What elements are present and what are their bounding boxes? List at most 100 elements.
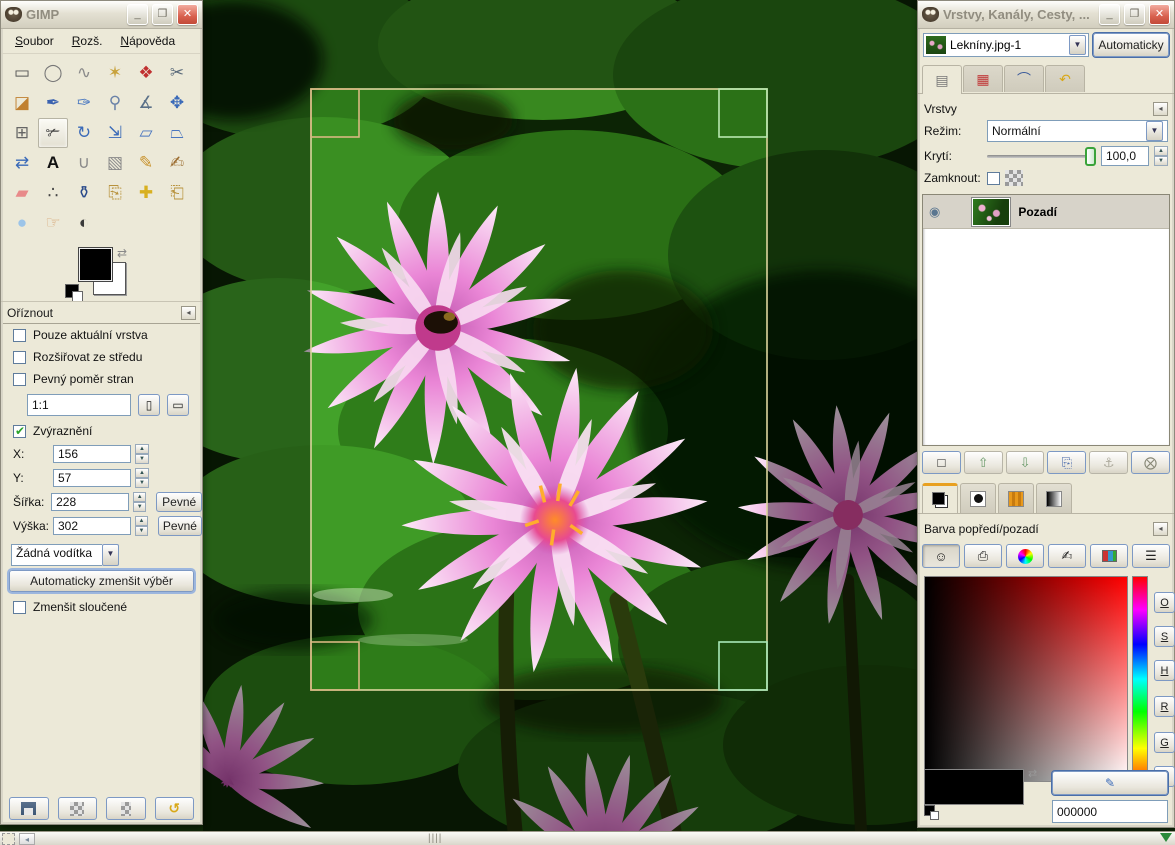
- collapse-icon[interactable]: ◂: [1153, 102, 1168, 116]
- tool-eraser[interactable]: ▰: [7, 178, 37, 208]
- tab-brushes[interactable]: [960, 483, 996, 513]
- watercolor-selector-button[interactable]: ✍: [1048, 544, 1086, 568]
- menu-rozs[interactable]: Rozš.: [64, 32, 111, 50]
- tool-crop[interactable]: ✃: [38, 118, 68, 148]
- tool-pencil[interactable]: ✎: [131, 148, 161, 178]
- height-input[interactable]: [53, 517, 131, 535]
- tab-gradients[interactable]: [1036, 483, 1072, 513]
- lower-layer-button[interactable]: ⇩: [1006, 451, 1045, 474]
- tool-bucket-fill[interactable]: ∪: [69, 148, 99, 178]
- tool-zoom[interactable]: ⚲: [100, 88, 130, 118]
- aspect-ratio-input[interactable]: [27, 394, 131, 416]
- lock-alpha-icon[interactable]: [1005, 170, 1023, 186]
- cmyk-selector-button[interactable]: ⎙: [964, 544, 1002, 568]
- layer-row-pozadi[interactable]: ◉ Pozadí: [923, 195, 1169, 229]
- toolbox-titlebar[interactable]: GIMP _ ❐ ✕: [1, 1, 202, 29]
- default-colors-icon[interactable]: [924, 805, 935, 816]
- tool-airbrush[interactable]: ∴: [38, 178, 68, 208]
- hex-color-input[interactable]: [1052, 800, 1168, 823]
- tab-channels[interactable]: ▦: [963, 65, 1003, 92]
- pick-color-button[interactable]: ✎: [1052, 771, 1168, 795]
- channel-h-button[interactable]: H: [1154, 660, 1175, 681]
- foreground-color-swatch[interactable]: [79, 248, 112, 281]
- opacity-value-input[interactable]: [1101, 146, 1149, 166]
- tab-layers[interactable]: ▤: [922, 65, 962, 94]
- checkbox-fixed-aspect[interactable]: [13, 373, 26, 386]
- auto-follow-button[interactable]: Automaticky: [1093, 33, 1169, 57]
- checkbox-expand-center[interactable]: [13, 351, 26, 364]
- tool-smudge[interactable]: ☞: [38, 208, 68, 238]
- image-selector-dropdown[interactable]: Lekníny.jpg-1 ▼: [923, 33, 1089, 57]
- scales-selector-button[interactable]: ☰: [1132, 544, 1170, 568]
- tool-align[interactable]: ⊞: [7, 118, 37, 148]
- width-input[interactable]: [51, 493, 129, 511]
- tool-dodge-burn[interactable]: ◐: [69, 208, 99, 238]
- tool-move[interactable]: ✥: [162, 88, 192, 118]
- image-window-scrollbar[interactable]: ◂ ||||: [0, 831, 1175, 845]
- anchor-layer-button[interactable]: ⚓: [1089, 451, 1128, 474]
- tool-scale[interactable]: ⇲: [100, 118, 130, 148]
- tool-measure[interactable]: ∡: [131, 88, 161, 118]
- guides-dropdown[interactable]: Žádná vodítka ▼: [11, 544, 119, 566]
- checkbox-highlight[interactable]: [13, 425, 26, 438]
- tool-flip[interactable]: ⇄: [7, 148, 37, 178]
- new-layer-button[interactable]: □: [922, 451, 961, 474]
- tool-paths[interactable]: ✒: [38, 88, 68, 118]
- close-button[interactable]: ✕: [1149, 4, 1170, 25]
- tool-shear[interactable]: ▱: [131, 118, 161, 148]
- saturation-value-square[interactable]: [924, 576, 1128, 782]
- maximize-button[interactable]: ❐: [1124, 4, 1145, 25]
- tool-foreground-select[interactable]: ◪: [7, 88, 37, 118]
- dock-titlebar[interactable]: Vrstvy, Kanály, Cesty, ... _ ❐ ✕: [918, 1, 1174, 29]
- chevron-down-icon[interactable]: ▼: [102, 544, 119, 566]
- default-colors-icon[interactable]: [65, 284, 79, 298]
- save-options-button[interactable]: [9, 797, 49, 820]
- hue-bar[interactable]: [1132, 576, 1148, 782]
- raise-layer-button[interactable]: ⇧: [964, 451, 1003, 474]
- landscape-icon[interactable]: ▭: [167, 394, 189, 416]
- tab-undo-history[interactable]: ↶: [1045, 65, 1085, 92]
- collapse-icon[interactable]: ◂: [181, 306, 196, 320]
- scrollbar-grip[interactable]: ||||: [428, 833, 442, 844]
- tool-rect-select[interactable]: ▭: [7, 58, 37, 88]
- close-button[interactable]: ✕: [177, 4, 198, 25]
- tool-heal[interactable]: ✚: [131, 178, 161, 208]
- scroll-left-icon[interactable]: ◂: [19, 833, 35, 845]
- y-spinner[interactable]: ▲▼: [135, 468, 149, 488]
- tool-rotate[interactable]: ↻: [69, 118, 99, 148]
- x-spinner[interactable]: ▲▼: [135, 444, 149, 464]
- delete-layer-button[interactable]: ⨂: [1131, 451, 1170, 474]
- tool-paintbrush[interactable]: ✍: [162, 148, 192, 178]
- chevron-down-icon[interactable]: ▼: [1146, 121, 1163, 141]
- fixed-width-button[interactable]: Pevné: [156, 492, 202, 512]
- portrait-icon[interactable]: ▯: [138, 394, 160, 416]
- width-spinner[interactable]: ▲▼: [133, 492, 146, 512]
- tab-paths[interactable]: ⌒: [1004, 65, 1044, 92]
- tool-clone[interactable]: ⎘: [100, 178, 130, 208]
- tool-perspective-clone[interactable]: ⎗: [162, 178, 192, 208]
- gimp-selector-button[interactable]: ☺: [922, 544, 960, 568]
- maximize-button[interactable]: ❐: [152, 4, 173, 25]
- lock-checkbox[interactable]: [987, 172, 1000, 185]
- channel-o-button[interactable]: O: [1154, 592, 1175, 613]
- tool-fuzzy-select[interactable]: ✶: [100, 58, 130, 88]
- minimize-button[interactable]: _: [127, 4, 148, 25]
- tab-patterns[interactable]: [998, 483, 1034, 513]
- delete-options-button[interactable]: [106, 797, 146, 820]
- layer-mode-dropdown[interactable]: Normální ▼: [987, 120, 1168, 142]
- restore-options-button[interactable]: [58, 797, 98, 820]
- tool-blur-sharpen[interactable]: ●: [7, 208, 37, 238]
- wheel-selector-button[interactable]: [1006, 544, 1044, 568]
- channel-r-button[interactable]: R: [1154, 696, 1175, 717]
- channel-s-button[interactable]: S: [1154, 626, 1175, 647]
- quickmask-toggle[interactable]: [2, 833, 15, 845]
- foreground-color-swatch[interactable]: [924, 769, 1024, 805]
- tool-select-by-color[interactable]: ❖: [131, 58, 161, 88]
- tool-ink[interactable]: ⚱: [69, 178, 99, 208]
- channel-g-button[interactable]: G: [1154, 732, 1175, 753]
- tool-ellipse-select[interactable]: ◯: [38, 58, 68, 88]
- chevron-down-icon[interactable]: ▼: [1069, 35, 1086, 55]
- tool-scissors[interactable]: ✂: [162, 58, 192, 88]
- collapse-icon[interactable]: ◂: [1153, 522, 1168, 536]
- checkbox-layer-only[interactable]: [13, 329, 26, 342]
